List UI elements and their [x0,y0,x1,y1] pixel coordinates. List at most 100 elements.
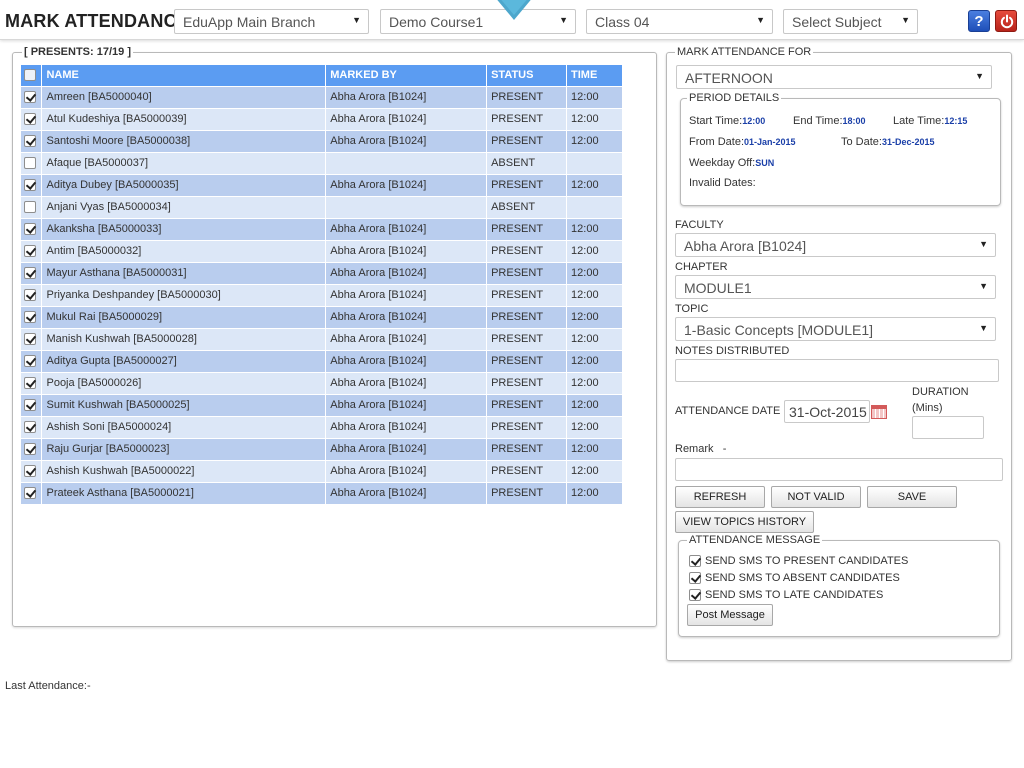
row-checkbox[interactable] [24,157,36,170]
student-name-cell: Ashish Kushwah [BA5000022] [41,459,327,482]
not-valid-button[interactable]: NOT VALID [771,486,861,508]
class-select[interactable]: Class 04 ▼ [586,9,773,34]
branch-select[interactable]: EduApp Main Branch ▼ [174,9,369,34]
subject-select-value: Select Subject [792,14,882,30]
remark-input[interactable] [675,458,1003,481]
student-name-cell: Antim [BA5000032] [41,239,327,262]
table-row[interactable]: Antim [BA5000032] Abha Arora [B1024] PRESE… [21,239,623,262]
sms-late-option[interactable]: SEND SMS TO LATE CANDIDATES [689,589,883,602]
row-checkbox[interactable] [24,333,36,346]
attendance-date-input[interactable]: 31-Oct-2015 [784,400,870,423]
row-checkbox[interactable] [24,355,36,368]
weekday-off-value: SUN [755,158,775,168]
from-date: From Date:01-Jan-2015 [689,136,796,148]
subject-select[interactable]: Select Subject ▼ [783,9,918,34]
help-button[interactable]: ? [968,10,990,32]
calendar-icon[interactable] [871,405,887,419]
row-checkbox[interactable] [24,267,36,280]
col-marked-by: MARKED BY [325,65,488,86]
chapter-select-value: MODULE1 [684,280,752,296]
course-select[interactable]: Demo Course1 ▼ [380,9,576,34]
table-row[interactable]: Pooja [BA5000026] Abha Arora [B1024] PRESE… [21,371,623,394]
table-row[interactable]: Ashish Kushwah [BA5000022] Abha Arora [B1… [21,459,623,482]
sms-late-checkbox[interactable] [689,589,701,602]
table-row[interactable]: Afaque [BA5000037] ABSENT [21,151,623,174]
row-checkbox[interactable] [24,421,36,434]
row-checkbox-cell [21,393,43,416]
time-cell: 12:00 [566,349,623,372]
row-checkbox[interactable] [24,91,36,104]
select-all-checkbox[interactable] [24,69,36,82]
row-checkbox[interactable] [24,245,36,258]
row-checkbox[interactable] [24,201,36,214]
branch-select-value: EduApp Main Branch [183,14,316,30]
table-row[interactable]: Aditya Dubey [BA5000035] Abha Arora [B102… [21,173,623,196]
table-row[interactable]: Ashish Soni [BA5000024] Abha Arora [B1024… [21,415,623,438]
status-cell: PRESENT [486,283,568,306]
table-row[interactable]: Mukul Rai [BA5000029] Abha Arora [B1024] P… [21,305,623,328]
chevron-down-icon: ▼ [979,323,988,333]
row-checkbox[interactable] [24,311,36,324]
row-checkbox[interactable] [24,135,36,148]
row-checkbox[interactable] [24,399,36,412]
table-row[interactable]: Priyanka Deshpandey [BA5000030] Abha Aror… [21,283,623,306]
row-checkbox-cell [21,85,43,108]
chevron-down-icon: ▼ [901,15,910,25]
sms-absent-option[interactable]: SEND SMS TO ABSENT CANDIDATES [689,572,900,585]
row-checkbox[interactable] [24,289,36,302]
sms-present-checkbox[interactable] [689,555,701,568]
topic-select[interactable]: 1-Basic Concepts [MODULE1] ▼ [675,317,996,341]
marked-by-cell: Abha Arora [B1024] [325,261,488,284]
row-checkbox[interactable] [24,113,36,126]
table-row[interactable]: Sumit Kushwah [BA5000025] Abha Arora [B10… [21,393,623,416]
marked-by-cell: Abha Arora [B1024] [325,371,488,394]
table-row[interactable]: Mayur Asthana [BA5000031] Abha Arora [B10… [21,261,623,284]
row-checkbox[interactable] [24,179,36,192]
table-row[interactable]: Anjani Vyas [BA5000034] ABSENT [21,195,623,218]
remark-label: Remark - [675,443,726,455]
table-row[interactable]: Akanksha [BA5000033] Abha Arora [B1024] PR… [21,217,623,240]
chapter-label: CHAPTER [675,261,728,273]
table-row[interactable]: Manish Kushwah [BA5000028] Abha Arora [B1… [21,327,623,350]
row-checkbox[interactable] [24,465,36,478]
row-checkbox-cell [21,129,43,152]
table-row[interactable]: Amreen [BA5000040] Abha Arora [B1024] PRES… [21,85,623,108]
row-checkbox[interactable] [24,443,36,456]
logout-button[interactable] [995,10,1017,32]
sms-present-option[interactable]: SEND SMS TO PRESENT CANDIDATES [689,555,908,568]
table-row[interactable]: Aditya Gupta [BA5000027] Abha Arora [B102… [21,349,623,372]
page-title: MARK ATTENDANCE [5,11,189,31]
table-row[interactable]: Santoshi Moore [BA5000038] Abha Arora [B1… [21,129,623,152]
marked-by-cell: Abha Arora [B1024] [325,129,488,152]
chevron-down-icon: ▼ [975,71,984,81]
save-button[interactable]: SAVE [867,486,957,508]
time-cell: 12:00 [566,173,623,196]
chapter-select[interactable]: MODULE1 ▼ [675,275,996,299]
row-checkbox[interactable] [24,487,36,500]
marked-by-cell [325,195,488,218]
time-cell: 12:00 [566,239,623,262]
status-cell: PRESENT [486,173,568,196]
start-time: Start Time:12:00 [689,115,765,127]
refresh-button[interactable]: REFRESH [675,486,765,508]
student-name-cell: Santoshi Moore [BA5000038] [41,129,327,152]
status-cell: PRESENT [486,371,568,394]
row-checkbox[interactable] [24,223,36,236]
col-name: NAME [41,65,327,86]
row-checkbox[interactable] [24,377,36,390]
faculty-select[interactable]: Abha Arora [B1024] ▼ [675,233,996,257]
session-select[interactable]: AFTERNOON ▼ [676,65,992,89]
table-row[interactable]: Prateek Asthana [BA5000021] Abha Arora [B… [21,481,623,504]
weekday-off-label: Weekday Off: [689,157,756,169]
sms-absent-checkbox[interactable] [689,572,701,585]
sms-absent-label: SEND SMS TO ABSENT CANDIDATES [705,572,900,584]
table-row[interactable]: Raju Gurjar [BA5000023] Abha Arora [B1024… [21,437,623,460]
help-icon: ? [974,13,984,30]
view-topics-history-button[interactable]: VIEW TOPICS HISTORY [675,511,814,533]
duration-input[interactable] [912,416,984,439]
post-message-button[interactable]: Post Message [687,604,773,626]
table-row[interactable]: Atul Kudeshiya [BA5000039] Abha Arora [B1… [21,107,623,130]
notes-distributed-input[interactable] [675,359,999,382]
chevron-down-icon: ▼ [979,239,988,249]
topic-label: TOPIC [675,303,709,315]
